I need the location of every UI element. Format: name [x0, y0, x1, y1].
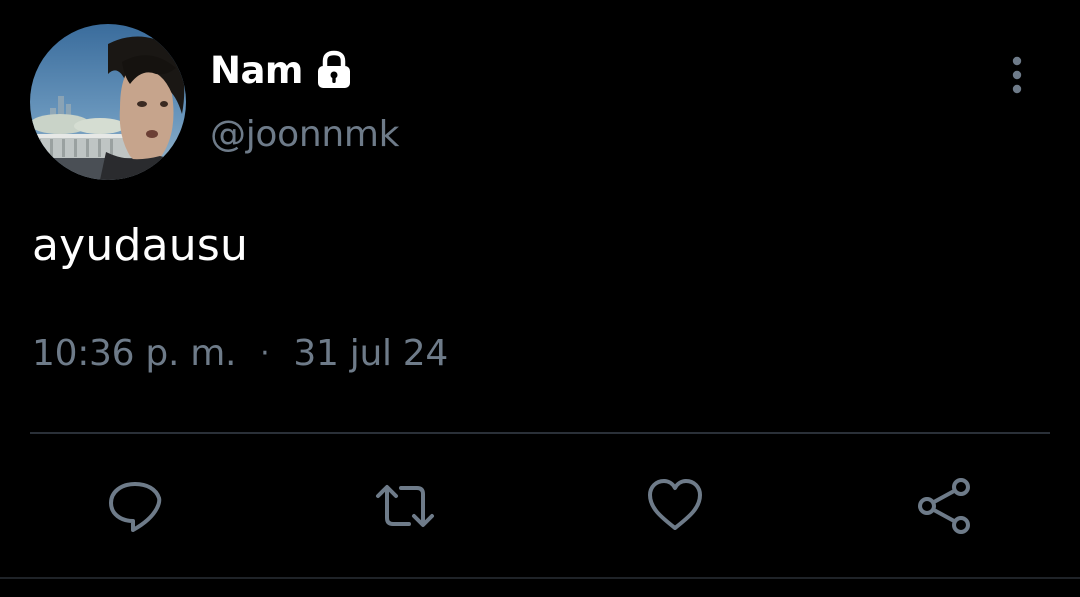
tweet-timestamp[interactable]: 10:36 p. m. · 31 jul 24 [32, 333, 448, 374]
divider [30, 432, 1050, 434]
tweet-date: 31 jul 24 [293, 333, 449, 374]
reply-button[interactable] [103, 474, 167, 538]
timestamp-separator: · [260, 336, 270, 371]
comment-icon [109, 482, 162, 532]
like-button[interactable] [643, 474, 707, 538]
tweet-time: 10:36 p. m. [32, 333, 237, 374]
user-name-row: Nam [210, 44, 355, 96]
more-vertical-icon [1012, 56, 1022, 94]
display-name[interactable]: Nam [210, 49, 304, 92]
heart-icon [648, 479, 702, 530]
lock-icon [313, 49, 355, 91]
user-handle[interactable]: @joonnmk [210, 114, 400, 155]
avatar[interactable] [30, 24, 186, 180]
share-icon [918, 478, 970, 534]
retweet-button[interactable] [373, 474, 437, 538]
share-button[interactable] [913, 474, 977, 538]
retweet-icon [376, 485, 434, 527]
more-options-button[interactable] [1000, 56, 1034, 96]
bottom-divider [0, 577, 1080, 579]
tweet-text: ayudausu [32, 220, 249, 271]
